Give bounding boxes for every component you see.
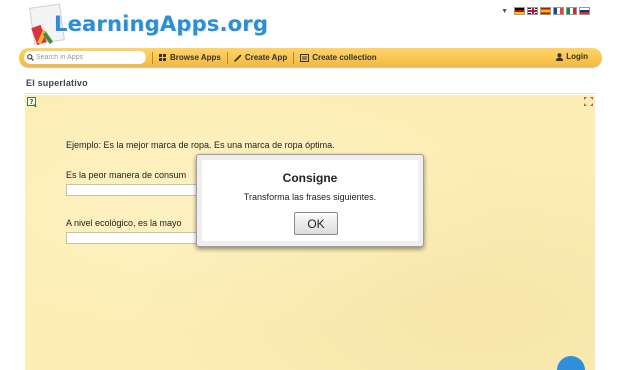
logo-text: LearningApps.org: [54, 12, 269, 36]
collection-icon: [300, 53, 310, 62]
flag-italy-icon[interactable]: [566, 7, 577, 15]
dialog-text: Transforma las frases siguientes.: [243, 192, 377, 202]
user-icon: [556, 52, 564, 61]
action-button[interactable]: [557, 356, 585, 370]
title-divider: [24, 93, 596, 94]
dropdown-arrow-icon[interactable]: ▼: [501, 8, 508, 15]
main-nav-bar: Browse Apps Create App Create collection…: [19, 48, 602, 67]
sentence-2: A nivel ecológico, es la mayo: [66, 218, 182, 228]
flag-germany-icon[interactable]: [514, 7, 525, 15]
language-selector[interactable]: ▼: [501, 7, 590, 15]
flag-russia-icon[interactable]: [579, 7, 590, 15]
svg-text:?: ?: [29, 98, 33, 106]
grid-icon: [159, 54, 166, 61]
nav-divider: [293, 51, 295, 64]
pencil-icon: [233, 53, 242, 62]
flag-france-icon[interactable]: [553, 7, 564, 15]
dialog-title: Consigne: [282, 171, 338, 185]
flag-uk-icon[interactable]: [527, 7, 538, 15]
create-collection-link[interactable]: Create collection: [300, 53, 377, 62]
fullscreen-icon[interactable]: [584, 97, 593, 106]
page-title: El superlativo: [26, 78, 88, 88]
ok-button[interactable]: OK: [294, 212, 338, 235]
create-collection-label: Create collection: [312, 53, 377, 62]
search-box[interactable]: [24, 51, 146, 64]
help-icon[interactable]: ?: [27, 97, 38, 108]
dialog-body: Consigne Transforma las frases siguiente…: [202, 160, 418, 241]
login-label: Login: [566, 52, 588, 61]
nav-divider: [152, 51, 153, 64]
search-input[interactable]: [36, 51, 136, 64]
sentence-1: Es la peor manera de consum: [66, 170, 187, 180]
nav-divider: [226, 51, 228, 64]
create-app-label: Create App: [244, 53, 288, 62]
browse-apps-label: Browse Apps: [170, 53, 221, 62]
login-link[interactable]: Login: [556, 52, 588, 61]
browse-apps-link[interactable]: Browse Apps: [159, 53, 221, 62]
instruction-dialog: Consigne Transforma las frases siguiente…: [196, 154, 424, 247]
example-sentence: Ejemplo: Es la mejor marca de ropa. Es u…: [66, 140, 335, 150]
logo[interactable]: LearningApps.org: [26, 2, 268, 52]
create-app-link[interactable]: Create App: [233, 53, 288, 62]
flag-spain-icon[interactable]: [540, 7, 551, 15]
search-icon: [27, 54, 34, 61]
